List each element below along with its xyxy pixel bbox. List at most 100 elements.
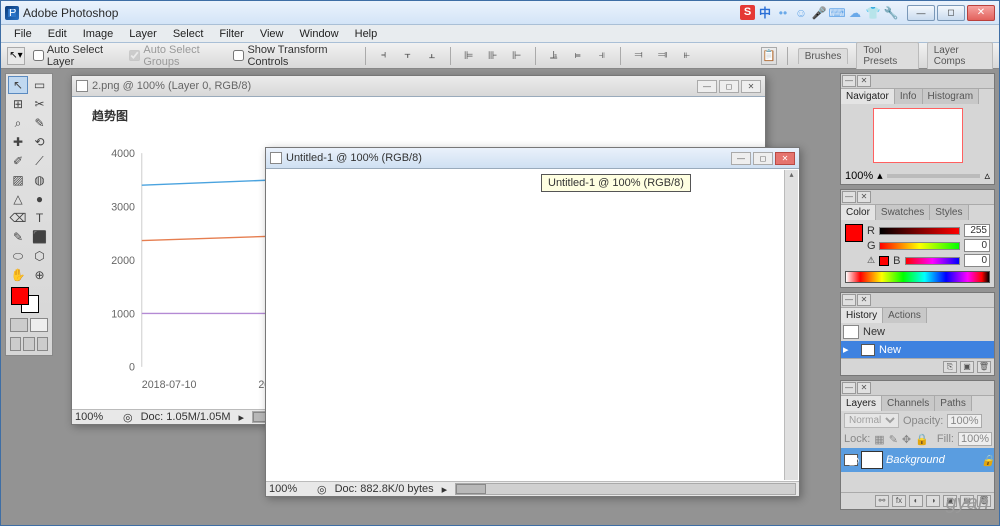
type-tool[interactable]: T <box>30 209 50 227</box>
align-icon-6[interactable]: ⊩ <box>509 47 525 65</box>
tab-navigator[interactable]: Navigator <box>841 89 895 104</box>
slice-tool[interactable]: ✎ <box>30 114 50 132</box>
b-value[interactable]: 0 <box>964 254 990 267</box>
doc2-zoom[interactable]: 100% <box>269 483 309 495</box>
notes-tool[interactable]: ⬭ <box>8 247 28 265</box>
pen-tool[interactable]: ✎ <box>8 228 28 246</box>
menu-layer[interactable]: Layer <box>122 27 164 41</box>
layer-name[interactable]: Background <box>886 454 945 466</box>
blur-tool[interactable]: △ <box>8 190 28 208</box>
distribute-icon-4[interactable]: ⫤ <box>631 47 647 65</box>
lasso-tool[interactable]: ⊞ <box>8 95 28 113</box>
doc2-vscroll[interactable]: ▴ <box>784 170 798 480</box>
move-tool[interactable]: ↖ <box>8 76 28 94</box>
hist-snapshot-icon[interactable]: ▣ <box>960 361 974 373</box>
crop-tool[interactable]: ⌕ <box>8 114 28 132</box>
tray-shirt-icon[interactable]: 👕 <box>865 5 881 21</box>
foreground-swatch[interactable] <box>11 287 29 305</box>
lock-all-icon[interactable]: 🔒 <box>915 433 929 446</box>
doc1-titlebar[interactable]: 2.png @ 100% (Layer 0, RGB/8) — ◻ ✕ <box>72 76 765 97</box>
shape-tool[interactable]: ⬛ <box>30 228 50 246</box>
distribute-icon-6[interactable]: ⫦ <box>679 47 695 65</box>
menu-select[interactable]: Select <box>166 27 211 41</box>
doc2-hscroll[interactable] <box>455 483 796 495</box>
layer-fx-icon[interactable]: fx <box>892 495 906 507</box>
doc1-close[interactable]: ✕ <box>741 80 761 93</box>
optbar-tab-comps[interactable]: Layer Comps <box>927 42 993 69</box>
tray-wrench-icon[interactable]: 🔧 <box>883 5 899 21</box>
tab-channels[interactable]: Channels <box>882 396 935 411</box>
hand-tool[interactable]: ✋ <box>8 266 28 284</box>
tab-layers[interactable]: Layers <box>841 396 882 411</box>
healing-tool[interactable]: ✚ <box>8 133 28 151</box>
align-icon-1[interactable]: ⫞ <box>376 47 392 65</box>
tab-styles[interactable]: Styles <box>930 205 968 220</box>
distribute-icon-1[interactable]: ⫡ <box>546 47 562 65</box>
tray-smiley-icon[interactable]: ☺ <box>793 5 809 21</box>
tab-color[interactable]: Color <box>841 205 876 220</box>
hist-newdoc-icon[interactable]: ⎘ <box>943 361 957 373</box>
eraser-tool[interactable]: ▨ <box>8 171 28 189</box>
current-tool-icon[interactable]: ↖▾ <box>7 47 25 65</box>
auto-select-layer-checkbox[interactable]: Auto Select Layer <box>33 44 122 68</box>
history-step[interactable]: ▸ New <box>841 341 994 358</box>
tab-swatches[interactable]: Swatches <box>876 205 930 220</box>
nav-collapse[interactable]: — <box>842 75 856 87</box>
g-value[interactable]: 0 <box>964 239 990 252</box>
hist-collapse[interactable]: — <box>842 294 856 306</box>
magic-wand-tool[interactable]: ✂ <box>30 95 50 113</box>
standard-mode-icon[interactable] <box>10 318 28 332</box>
doc2-maximize[interactable]: ◻ <box>753 152 773 165</box>
optbar-tab-presets[interactable]: Tool Presets <box>856 42 918 69</box>
g-slider[interactable] <box>879 242 960 250</box>
layer-adjust-icon[interactable]: ◑ <box>926 495 940 507</box>
layer-background[interactable]: 👁 Background 🔒 <box>841 448 994 472</box>
menu-window[interactable]: Window <box>293 27 346 41</box>
eyedropper-tool[interactable]: ⬡ <box>30 247 50 265</box>
doc1-maximize[interactable]: ◻ <box>719 80 739 93</box>
nav-zoomout-icon[interactable]: ▴ <box>877 169 883 182</box>
align-icon-2[interactable]: ⫟ <box>400 47 416 65</box>
menu-edit[interactable]: Edit <box>41 27 74 41</box>
doc2-titlebar[interactable]: Untitled-1 @ 100% (RGB/8) — ◻ ✕ <box>266 148 799 169</box>
layers-collapse[interactable]: — <box>842 382 856 394</box>
lock-paint-icon[interactable]: ✎ <box>889 433 898 446</box>
menu-view[interactable]: View <box>253 27 291 41</box>
b-slider[interactable] <box>905 257 960 265</box>
zoom-tool[interactable]: ⊕ <box>30 266 50 284</box>
navigator-slider[interactable] <box>887 174 981 178</box>
doc2-nav-icon[interactable]: ◎ <box>317 483 327 496</box>
distribute-icon-2[interactable]: ⫢ <box>570 47 586 65</box>
lock-trans-icon[interactable]: ▦ <box>874 433 884 446</box>
history-snapshot[interactable]: New <box>841 323 994 341</box>
doc2-docinfo-menu[interactable]: ▸ <box>442 483 448 496</box>
menu-image[interactable]: Image <box>76 27 121 41</box>
hist-trash-icon[interactable]: 🗑 <box>977 361 991 373</box>
tab-paths[interactable]: Paths <box>935 396 972 411</box>
tab-history[interactable]: History <box>841 308 883 323</box>
close-button[interactable]: ✕ <box>967 5 995 21</box>
lock-move-icon[interactable]: ✥ <box>902 433 911 446</box>
show-transform-checkbox[interactable]: Show Transform Controls <box>233 44 354 68</box>
r-value[interactable]: 255 <box>964 224 990 237</box>
screenmode-1-icon[interactable] <box>10 337 21 351</box>
doc2-close[interactable]: ✕ <box>775 152 795 165</box>
hist-close[interactable]: ✕ <box>857 294 871 306</box>
tray-keyboard-icon[interactable]: ⌨ <box>829 5 845 21</box>
tab-info[interactable]: Info <box>895 89 923 104</box>
screenmode-3-icon[interactable] <box>37 337 48 351</box>
marquee-tool[interactable]: ▭ <box>30 76 50 94</box>
document-window-2[interactable]: Untitled-1 @ 100% (RGB/8) — ◻ ✕ Untitled… <box>265 147 800 497</box>
opacity-value[interactable]: 100% <box>947 414 981 428</box>
menu-file[interactable]: File <box>7 27 39 41</box>
navigator-thumb[interactable] <box>873 108 963 163</box>
layer-link-icon[interactable]: ⚯ <box>875 495 889 507</box>
stamp-tool[interactable]: ✐ <box>8 152 28 170</box>
minimize-button[interactable]: — <box>907 5 935 21</box>
color-spectrum[interactable] <box>845 271 990 283</box>
history-brush-tool[interactable]: ⟋ <box>30 152 50 170</box>
maximize-button[interactable]: ◻ <box>937 5 965 21</box>
color-foreground-swatch[interactable] <box>845 224 863 242</box>
tray-mic-icon[interactable]: 🎤 <box>811 5 827 21</box>
ime-lang[interactable]: 中 <box>757 5 773 21</box>
